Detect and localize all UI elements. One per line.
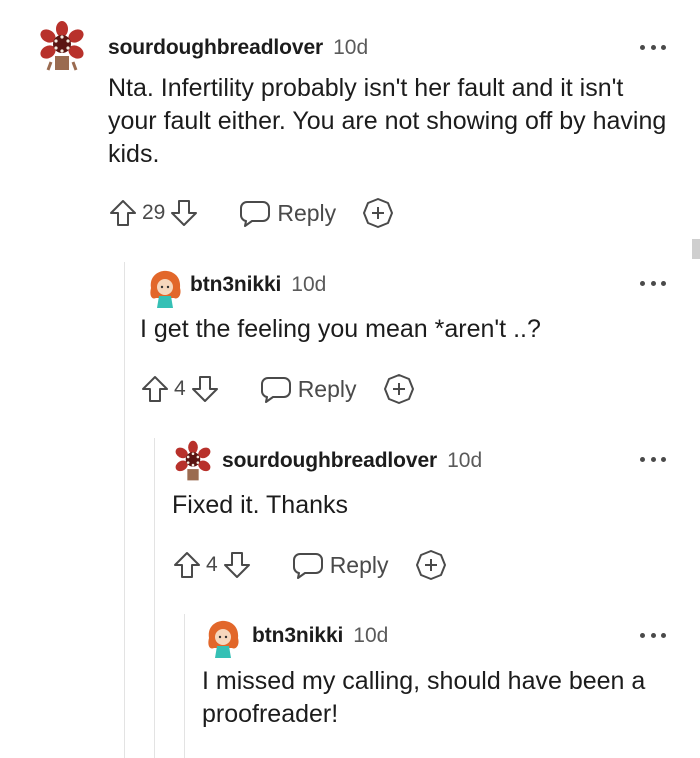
more-options-icon[interactable] xyxy=(640,43,666,51)
comment-body: Fixed it. Thanks xyxy=(172,491,349,519)
reply-label: Reply xyxy=(329,551,389,578)
comment-timestamp: 10d xyxy=(447,449,483,472)
comment-actions: 4 Reply xyxy=(172,548,447,582)
username[interactable]: btn3nikki xyxy=(190,273,281,297)
award-icon[interactable] xyxy=(383,373,415,405)
upvote-icon[interactable] xyxy=(172,550,202,580)
speech-bubble-icon xyxy=(240,201,271,227)
thread-line-level-3 xyxy=(184,614,185,758)
award-icon[interactable] xyxy=(415,549,447,581)
more-options-icon[interactable] xyxy=(640,455,666,463)
award-icon[interactable] xyxy=(362,197,394,229)
more-options-icon[interactable] xyxy=(640,631,666,639)
comment-body: I missed my calling, should have been a … xyxy=(202,667,646,728)
comment-body: I get the feeling you mean *aren't ..? xyxy=(140,315,541,343)
comment-timestamp: 10d xyxy=(353,624,389,647)
username[interactable]: btn3nikki xyxy=(252,624,343,648)
reply-label: Reply xyxy=(277,199,337,226)
comment-body: Nta. Infertility probably isn't her faul… xyxy=(108,74,667,168)
thread-line-level-2 xyxy=(154,438,155,758)
vote-group: 4 xyxy=(140,374,220,404)
comment-header: btn3nikki 10d xyxy=(252,624,388,648)
vote-score: 4 xyxy=(174,377,186,400)
speech-bubble-icon xyxy=(292,553,323,579)
comment-actions: 4 Reply xyxy=(140,372,415,406)
demogorgon-avatar-icon[interactable] xyxy=(172,440,214,482)
speech-bubble-icon xyxy=(260,377,291,403)
downvote-icon[interactable] xyxy=(169,198,199,228)
downvote-icon[interactable] xyxy=(222,550,252,580)
scrollbar-thumb[interactable] xyxy=(692,239,700,259)
vote-score: 29 xyxy=(142,201,166,224)
thread-line-level-1 xyxy=(124,262,125,758)
username[interactable]: sourdoughbreadlover xyxy=(108,36,323,60)
vote-score: 4 xyxy=(206,553,218,576)
comment-actions: 29 Reply xyxy=(108,196,394,230)
more-options-icon[interactable] xyxy=(640,279,666,287)
upvote-icon[interactable] xyxy=(140,374,170,404)
upvote-icon[interactable] xyxy=(108,198,138,228)
demogorgon-avatar-icon[interactable] xyxy=(36,20,88,72)
comment-header: sourdoughbreadlover 10d xyxy=(222,449,482,473)
reply-button[interactable]: Reply xyxy=(292,550,389,580)
vote-group: 4 xyxy=(172,550,252,580)
downvote-icon[interactable] xyxy=(190,374,220,404)
reply-button[interactable]: Reply xyxy=(260,374,357,404)
redhead-girl-avatar-icon[interactable] xyxy=(144,268,186,310)
comment-timestamp: 10d xyxy=(291,273,327,296)
reply-label: Reply xyxy=(297,375,357,402)
comment-header: btn3nikki 10d xyxy=(190,273,326,297)
redhead-girl-avatar-icon[interactable] xyxy=(202,618,244,660)
username[interactable]: sourdoughbreadlover xyxy=(222,449,437,473)
comment-timestamp: 10d xyxy=(333,36,369,59)
comment-header: sourdoughbreadlover 10d xyxy=(108,36,368,60)
reply-button[interactable]: Reply xyxy=(239,198,336,228)
vote-group: 29 xyxy=(108,198,199,228)
